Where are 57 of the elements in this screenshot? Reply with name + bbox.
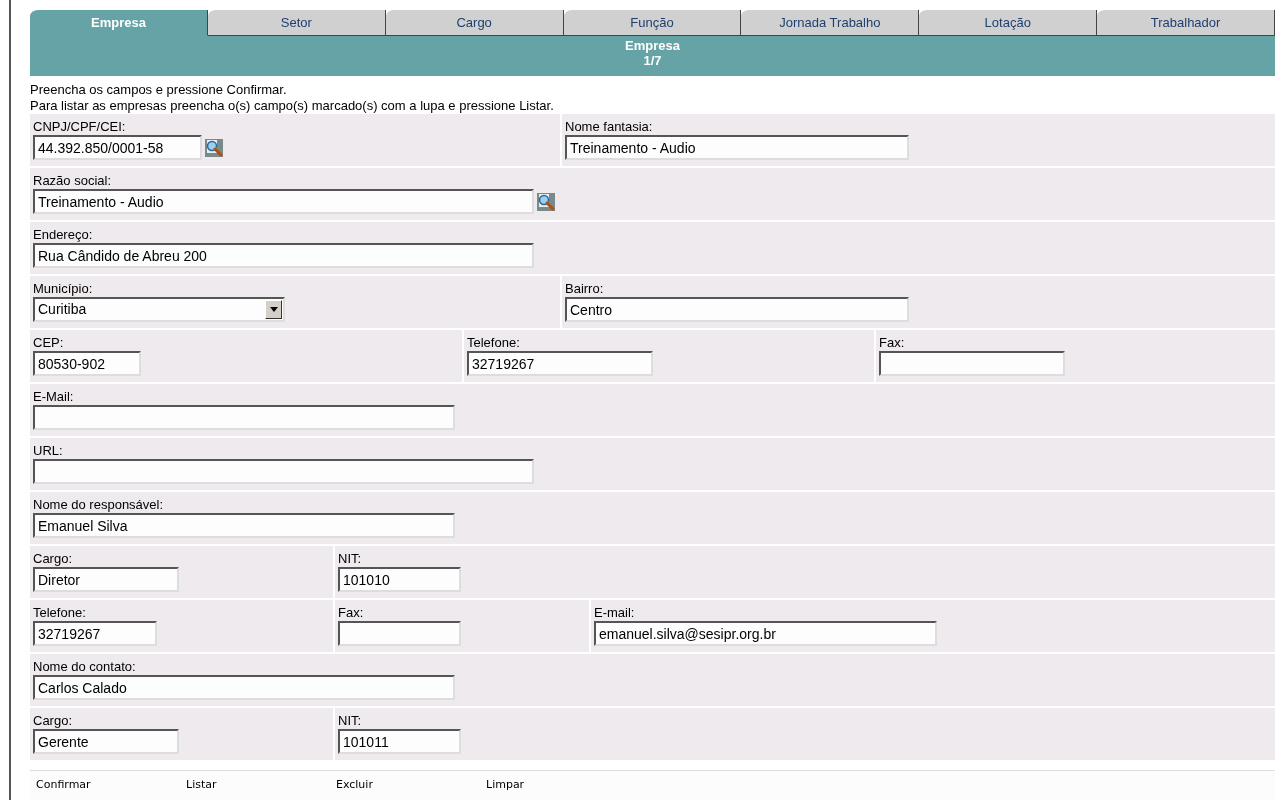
input-field[interactable] xyxy=(338,621,461,646)
field-label: Telefone: xyxy=(467,334,521,351)
field-label: Cargo: xyxy=(33,550,74,567)
field-label: Bairro: xyxy=(565,280,605,297)
tab[interactable]: Lotação xyxy=(919,10,1098,36)
input-field[interactable] xyxy=(879,351,1065,376)
field-label: Fax: xyxy=(338,604,365,621)
input-field[interactable] xyxy=(33,405,455,430)
field-label: NIT: xyxy=(338,550,363,567)
input-field[interactable]: 80530-902 xyxy=(33,351,141,376)
field-label: Nome do responsável: xyxy=(33,496,165,513)
field-label: Nome fantasia: xyxy=(565,118,654,135)
input-field[interactable]: 101011 xyxy=(338,729,461,754)
field-label: Razão social: xyxy=(33,172,113,189)
input-field[interactable] xyxy=(33,459,534,484)
field-label: Nome do contato: xyxy=(33,658,137,675)
field-label: Telefone: xyxy=(33,604,87,621)
instruction-text: Para listar as empresas preencha o(s) campo(s) marcado(s) com a lupa e pressione Listar. xyxy=(30,98,555,114)
input-field[interactable]: Carlos Calado xyxy=(33,675,455,700)
field-label: Cargo: xyxy=(33,712,74,729)
field-label: URL: xyxy=(33,442,64,459)
input-field[interactable]: Emanuel Silva xyxy=(33,513,455,538)
action-link[interactable]: Confirmar xyxy=(36,777,91,794)
instruction-text: Preencha os campos e pressione Confirmar. xyxy=(30,82,288,98)
step-counter: 1/7 xyxy=(642,53,663,68)
input-field[interactable]: 101010 xyxy=(338,567,461,592)
field-label: NIT: xyxy=(338,712,363,729)
input-field[interactable]: 32719267 xyxy=(467,351,653,376)
input-field[interactable]: Centro xyxy=(565,297,909,322)
dropdown-arrow-icon xyxy=(269,307,278,312)
input-field[interactable]: Treinamento - Audio xyxy=(33,189,534,214)
field-label: Município: xyxy=(33,280,94,297)
input-field[interactable]: Diretor xyxy=(33,567,179,592)
dropdown[interactable]: Curitiba xyxy=(33,297,285,322)
tab[interactable]: Jornada Trabalho xyxy=(741,10,920,36)
action-link[interactable]: Excluir xyxy=(336,777,373,794)
input-field[interactable]: emanuel.silva@sesipr.org.br xyxy=(594,621,937,646)
section-title: Empresa xyxy=(624,38,681,53)
input-field[interactable]: 44.392.850/0001-58 xyxy=(33,135,202,160)
search-icon[interactable] xyxy=(204,137,224,158)
input-field[interactable]: Treinamento - Audio xyxy=(565,135,909,160)
field-label: E-Mail: xyxy=(33,388,75,405)
search-icon[interactable] xyxy=(536,191,556,212)
field-label: Endereço: xyxy=(33,226,94,243)
input-field[interactable]: Rua Cândido de Abreu 200 xyxy=(33,243,534,268)
field-label: Fax: xyxy=(879,334,906,351)
input-field[interactable]: 32719267 xyxy=(33,621,157,646)
action-link[interactable]: Limpar xyxy=(486,777,525,794)
tab[interactable]: Função xyxy=(563,10,742,36)
tab[interactable]: Setor xyxy=(207,10,386,36)
field-label: E-mail: xyxy=(594,604,636,621)
tab[interactable]: Trabalhador xyxy=(1097,10,1275,36)
field-label: CNPJ/CPF/CEI: xyxy=(33,118,127,135)
input-field[interactable]: Gerente xyxy=(33,729,179,754)
field-label: CEP: xyxy=(33,334,65,351)
action-link[interactable]: Listar xyxy=(186,777,217,794)
tab[interactable]: Cargo xyxy=(385,10,564,36)
